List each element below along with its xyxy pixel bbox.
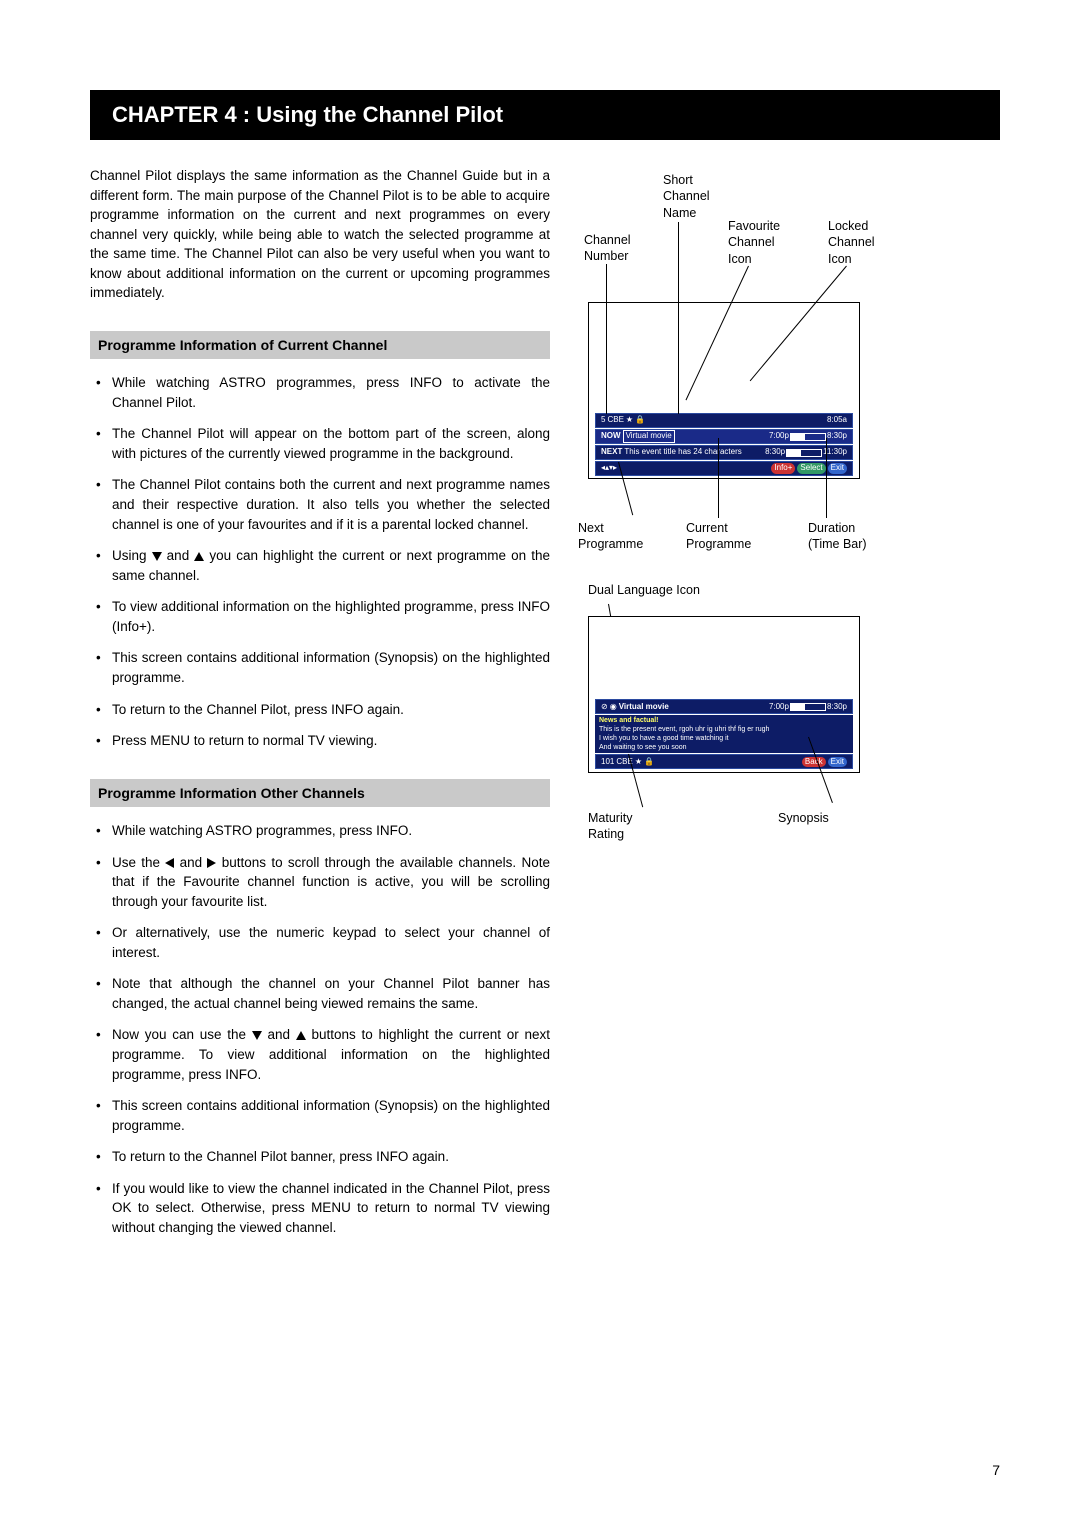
lock-icon: 🔒: [635, 415, 645, 425]
chapter-title: CHAPTER 4 : Using the Channel Pilot: [90, 90, 1000, 140]
section1-item: While watching ASTRO programmes, press I…: [90, 373, 550, 412]
section1-item: The Channel Pilot will appear on the bot…: [90, 424, 550, 463]
figure-2: Dual Language Icon ⊘ ◉ Virtual movie 7:0…: [578, 582, 998, 773]
now-end-time: 8:30p: [827, 431, 847, 441]
tv-screen-mock: 5 CBE ★ 🔒 8:05a NOW Virtual movie 7:00p: [588, 302, 860, 479]
text-fragment: Now you can use the: [112, 1027, 252, 1042]
section1-heading: Programme Information of Current Channel: [90, 331, 550, 359]
lock-icon: 🔒: [644, 757, 654, 767]
callout-short-channel-name: Short Channel Name: [663, 172, 710, 221]
section2-list: While watching ASTRO programmes, press I…: [90, 821, 550, 1238]
section2-item: This screen contains additional informat…: [90, 1096, 550, 1135]
callout-dual-language: Dual Language Icon: [588, 582, 998, 598]
star-icon: ★: [635, 757, 642, 767]
back-button: Back: [802, 757, 826, 767]
info-plus-button: Info+: [771, 463, 795, 473]
rating-icon: ◉: [610, 702, 617, 712]
banner-top-row: 5 CBE ★ 🔒 8:05a: [595, 413, 853, 428]
info-title-row: ⊘ ◉ Virtual movie 7:00p 8:30p: [595, 699, 853, 714]
section1-item: Using and you can highlight the current …: [90, 546, 550, 585]
section1-item: This screen contains additional informat…: [90, 648, 550, 687]
synopsis-line: This is the present event, rgoh uhr ig u…: [599, 726, 849, 735]
channel-number-value: 5: [601, 415, 605, 425]
up-arrow-icon: [296, 1031, 306, 1040]
intro-paragraph: Channel Pilot displays the same informat…: [90, 166, 550, 303]
text-fragment: and: [174, 855, 207, 870]
now-label: NOW: [601, 431, 621, 441]
info-title: Virtual movie: [619, 702, 669, 712]
clock-time: 8:05a: [827, 415, 847, 425]
text-fragment: and: [262, 1027, 296, 1042]
exit-button: Exit: [828, 463, 847, 473]
text-fragment: Using: [112, 548, 152, 563]
next-label: NEXT: [601, 447, 622, 457]
section2-item: If you would like to view the channel in…: [90, 1179, 550, 1238]
text-fragment: Use the: [112, 855, 165, 870]
left-column: Channel Pilot displays the same informat…: [90, 166, 550, 1250]
page-number: 7: [992, 1462, 1000, 1478]
synopsis-line: News and factual!: [599, 717, 849, 726]
select-button: Select: [797, 463, 825, 473]
section2-item: Or alternatively, use the numeric keypad…: [90, 923, 550, 962]
callout-maturity-rating: Maturity Rating: [588, 810, 632, 843]
banner-control-row: ◂▴▾▸ Info+ Select Exit: [595, 461, 853, 476]
callout-line: [718, 438, 719, 518]
section2-heading: Programme Information Other Channels: [90, 779, 550, 807]
dual-lang-icon: ⊘: [601, 702, 608, 712]
info-channel-number: 101: [601, 757, 614, 767]
callout-duration: Duration (Time Bar): [808, 520, 867, 553]
section1-list: While watching ASTRO programmes, press I…: [90, 373, 550, 750]
page: CHAPTER 4 : Using the Channel Pilot Chan…: [0, 0, 1080, 1528]
now-title: Virtual movie: [623, 430, 675, 442]
right-column: Short Channel Name Channel Number Favour…: [578, 166, 998, 1250]
figure-1: Short Channel Name Channel Number Favour…: [578, 182, 998, 562]
arrows-icon: ◂▴▾▸: [601, 463, 617, 473]
info-start: 7:00p: [769, 702, 789, 712]
up-arrow-icon: [194, 552, 204, 561]
progress-bar: [790, 703, 826, 711]
section1-item: To view additional information on the hi…: [90, 597, 550, 636]
progress-bar: [786, 449, 822, 457]
two-column-layout: Channel Pilot displays the same informat…: [90, 166, 1000, 1250]
info-end: 8:30p: [827, 702, 847, 712]
next-start-time: 8:30p: [765, 447, 785, 457]
next-title: This event title has 24 characters: [624, 447, 741, 457]
star-icon: ★: [626, 415, 633, 425]
tv-screen-mock-2: ⊘ ◉ Virtual movie 7:00p 8:30p News and f…: [588, 616, 860, 773]
banner-now-row: NOW Virtual movie 7:00p 8:30p: [595, 429, 853, 444]
synopsis-line: I wish you to have a good time watching …: [599, 735, 849, 744]
callout-line: [678, 222, 679, 414]
channel-name-value: CBE: [607, 415, 623, 425]
callout-synopsis: Synopsis: [778, 810, 829, 826]
callout-line: [606, 264, 607, 414]
down-arrow-icon: [152, 552, 162, 561]
banner-next-row: NEXT This event title has 24 characters …: [595, 445, 853, 460]
section2-item: Now you can use the and buttons to highl…: [90, 1025, 550, 1084]
synopsis-block: News and factual! This is the present ev…: [595, 715, 853, 753]
callout-favourite-icon: Favourite Channel Icon: [728, 218, 780, 267]
now-start-time: 7:00p: [769, 431, 789, 441]
callout-next-programme: Next Programme: [578, 520, 643, 553]
left-arrow-icon: [165, 858, 174, 868]
section2-item: While watching ASTRO programmes, press I…: [90, 821, 550, 841]
callout-channel-number: Channel Number: [584, 232, 631, 265]
section1-item: The Channel Pilot contains both the curr…: [90, 475, 550, 534]
callout-locked-icon: Locked Channel Icon: [828, 218, 875, 267]
text-fragment: and: [162, 548, 195, 563]
down-arrow-icon: [252, 1031, 262, 1040]
section1-item: Press MENU to return to normal TV viewin…: [90, 731, 550, 751]
progress-bar: [790, 433, 826, 441]
callout-current-programme: Current Programme: [686, 520, 751, 553]
section2-item: To return to the Channel Pilot banner, p…: [90, 1147, 550, 1167]
callout-line: [826, 438, 827, 518]
exit-button: Exit: [828, 757, 847, 767]
section2-item: Use the and buttons to scroll through th…: [90, 853, 550, 912]
section1-item: To return to the Channel Pilot, press IN…: [90, 700, 550, 720]
section2-item: Note that although the channel on your C…: [90, 974, 550, 1013]
